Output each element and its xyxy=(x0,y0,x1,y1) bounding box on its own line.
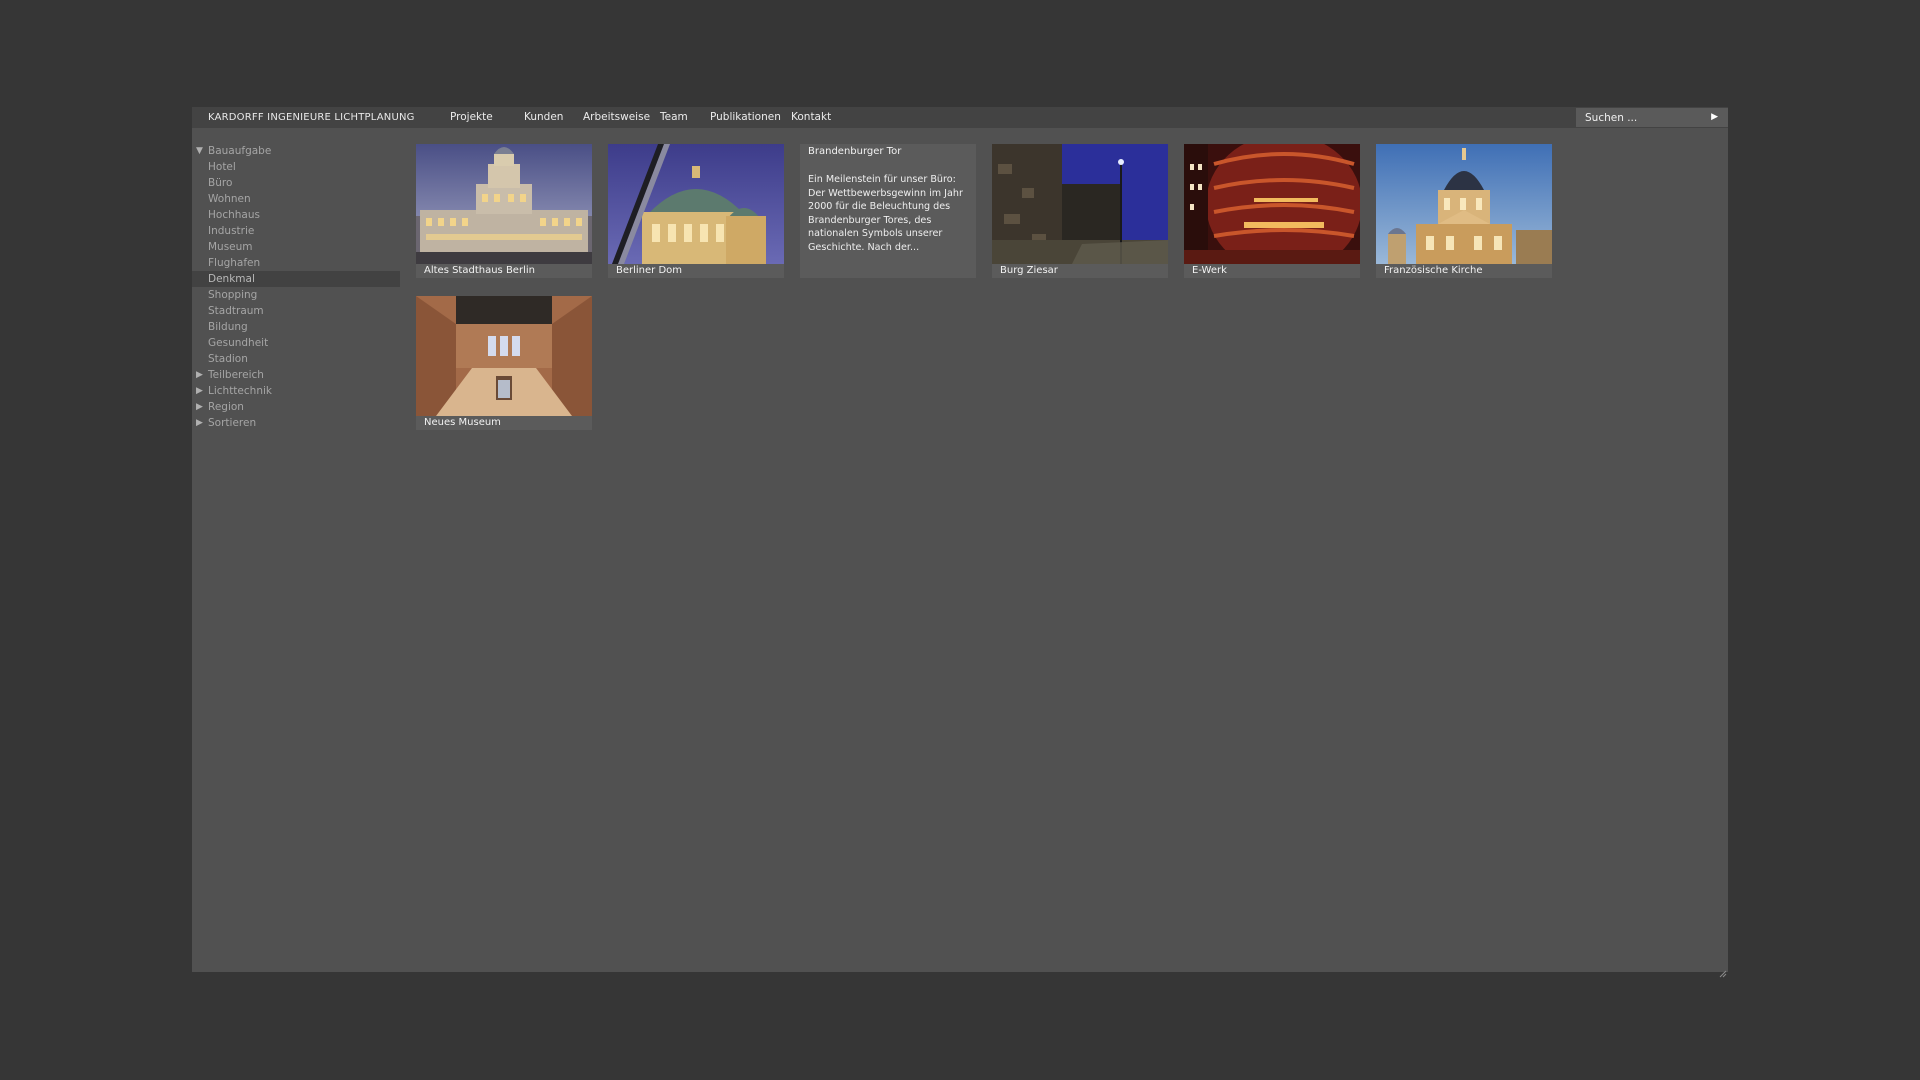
project-card-brandenburger-tor[interactable]: Brandenburger Tor Ein Meilenstein für un… xyxy=(800,144,976,278)
project-title: Altes Stadthaus Berlin xyxy=(424,265,535,276)
filter-sidebar: ▼ Bauaufgabe Hotel Büro Wohnen Hochhaus … xyxy=(192,143,400,431)
project-card-altes-stadthaus[interactable]: Altes Stadthaus Berlin xyxy=(416,144,592,278)
search-submit-icon[interactable]: ▶ xyxy=(1711,108,1718,127)
filter-item-shopping[interactable]: Shopping xyxy=(192,287,400,303)
filter-section-label: Teilbereich xyxy=(208,369,264,381)
project-title: Neues Museum xyxy=(424,417,501,428)
resize-handle-icon[interactable] xyxy=(1719,963,1727,978)
nav-publikationen[interactable]: Publikationen xyxy=(710,107,781,128)
project-teaser: Ein Meilenstein für unser Büro: Der Wett… xyxy=(808,174,963,253)
top-navigation-bar: KARDORFF INGENIEURE LICHTPLANUNG Projekt… xyxy=(192,107,1728,128)
search-box: ▶ xyxy=(1576,108,1728,127)
search-input[interactable] xyxy=(1576,108,1705,127)
filter-section-region[interactable]: ▶ Region xyxy=(192,399,400,415)
filter-item-stadion[interactable]: Stadion xyxy=(192,351,400,367)
project-title: Berliner Dom xyxy=(616,265,683,276)
filter-section-label: Region xyxy=(208,401,244,413)
filter-section-lichttechnik[interactable]: ▶ Lichttechnik xyxy=(192,383,400,399)
project-card-neues-museum[interactable]: Neues Museum xyxy=(416,296,592,430)
filter-item-stadtraum[interactable]: Stadtraum xyxy=(192,303,400,319)
project-title: Burg Ziesar xyxy=(1000,265,1058,276)
filter-item-industrie[interactable]: Industrie xyxy=(192,223,400,239)
nav-arbeitsweise[interactable]: Arbeitsweise xyxy=(583,107,650,128)
filter-item-flughafen[interactable]: Flughafen xyxy=(192,255,400,271)
project-thumbnail xyxy=(1184,144,1360,264)
collapsed-arrow-icon: ▶ xyxy=(196,386,203,396)
filter-section-bauaufgabe[interactable]: ▼ Bauaufgabe xyxy=(192,143,400,159)
project-title: Brandenburger Tor xyxy=(808,146,902,157)
filter-item-denkmal[interactable]: Denkmal xyxy=(192,271,400,287)
project-thumbnail xyxy=(416,144,592,264)
collapsed-arrow-icon: ▶ xyxy=(196,370,203,380)
filter-item-hochhaus[interactable]: Hochhaus xyxy=(192,207,400,223)
collapsed-arrow-icon: ▶ xyxy=(196,402,203,412)
app-window: KARDORFF INGENIEURE LICHTPLANUNG Projekt… xyxy=(192,107,1728,978)
filter-item-bildung[interactable]: Bildung xyxy=(192,319,400,335)
collapsed-arrow-icon: ▶ xyxy=(196,418,203,428)
expanded-arrow-icon: ▼ xyxy=(196,146,203,156)
filter-section-teilbereich[interactable]: ▶ Teilbereich xyxy=(192,367,400,383)
filter-item-museum[interactable]: Museum xyxy=(192,239,400,255)
project-title: Französische Kirche xyxy=(1384,265,1483,276)
project-thumbnail xyxy=(992,144,1168,264)
filter-section-label: Lichttechnik xyxy=(208,385,272,397)
project-thumbnail xyxy=(1376,144,1552,264)
project-card-burg-ziesar[interactable]: Burg Ziesar xyxy=(992,144,1168,278)
brand-logo[interactable]: KARDORFF INGENIEURE LICHTPLANUNG xyxy=(208,107,415,128)
filter-item-hotel[interactable]: Hotel xyxy=(192,159,400,175)
nav-kunden[interactable]: Kunden xyxy=(524,107,563,128)
filter-item-gesundheit[interactable]: Gesundheit xyxy=(192,335,400,351)
project-card-e-werk[interactable]: E-Werk xyxy=(1184,144,1360,278)
filter-section-label: Bauaufgabe xyxy=(208,145,272,157)
filter-section-label: Sortieren xyxy=(208,417,257,429)
project-title: E-Werk xyxy=(1192,265,1227,276)
filter-item-wohnen[interactable]: Wohnen xyxy=(192,191,400,207)
filter-section-sortieren[interactable]: ▶ Sortieren xyxy=(192,415,400,431)
nav-team[interactable]: Team xyxy=(660,107,688,128)
project-thumbnail xyxy=(608,144,784,264)
nav-kontakt[interactable]: Kontakt xyxy=(791,107,831,128)
filter-item-buero[interactable]: Büro xyxy=(192,175,400,191)
project-card-franzoesische-kirche[interactable]: Französische Kirche xyxy=(1376,144,1552,278)
project-card-berliner-dom[interactable]: Berliner Dom xyxy=(608,144,784,278)
nav-projekte[interactable]: Projekte xyxy=(450,107,493,128)
project-thumbnail xyxy=(416,296,592,416)
